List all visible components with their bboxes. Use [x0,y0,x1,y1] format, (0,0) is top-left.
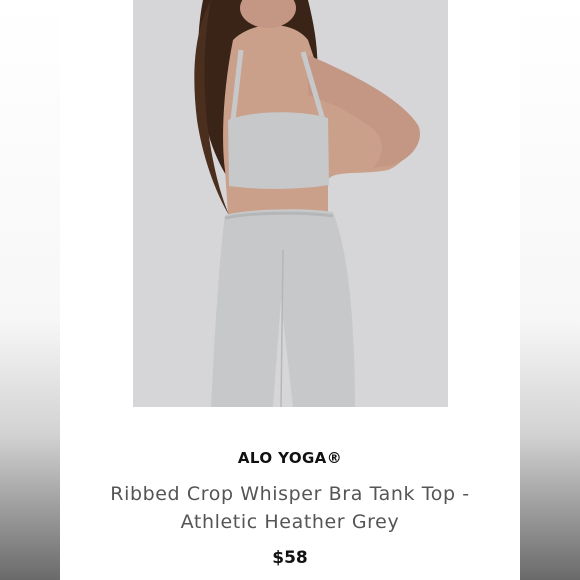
product-title[interactable]: Ribbed Crop Whisper Bra Tank Top - Athle… [90,480,490,536]
product-card[interactable]: ALO YOGA® Ribbed Crop Whisper Bra Tank T… [60,0,520,580]
right-edge-shadow [520,0,580,580]
model-illustration [133,0,448,407]
brand-name[interactable]: ALO YOGA® [60,449,520,467]
product-photo[interactable] [133,0,448,407]
left-edge-shadow [0,0,60,580]
product-price: $58 [272,548,308,568]
